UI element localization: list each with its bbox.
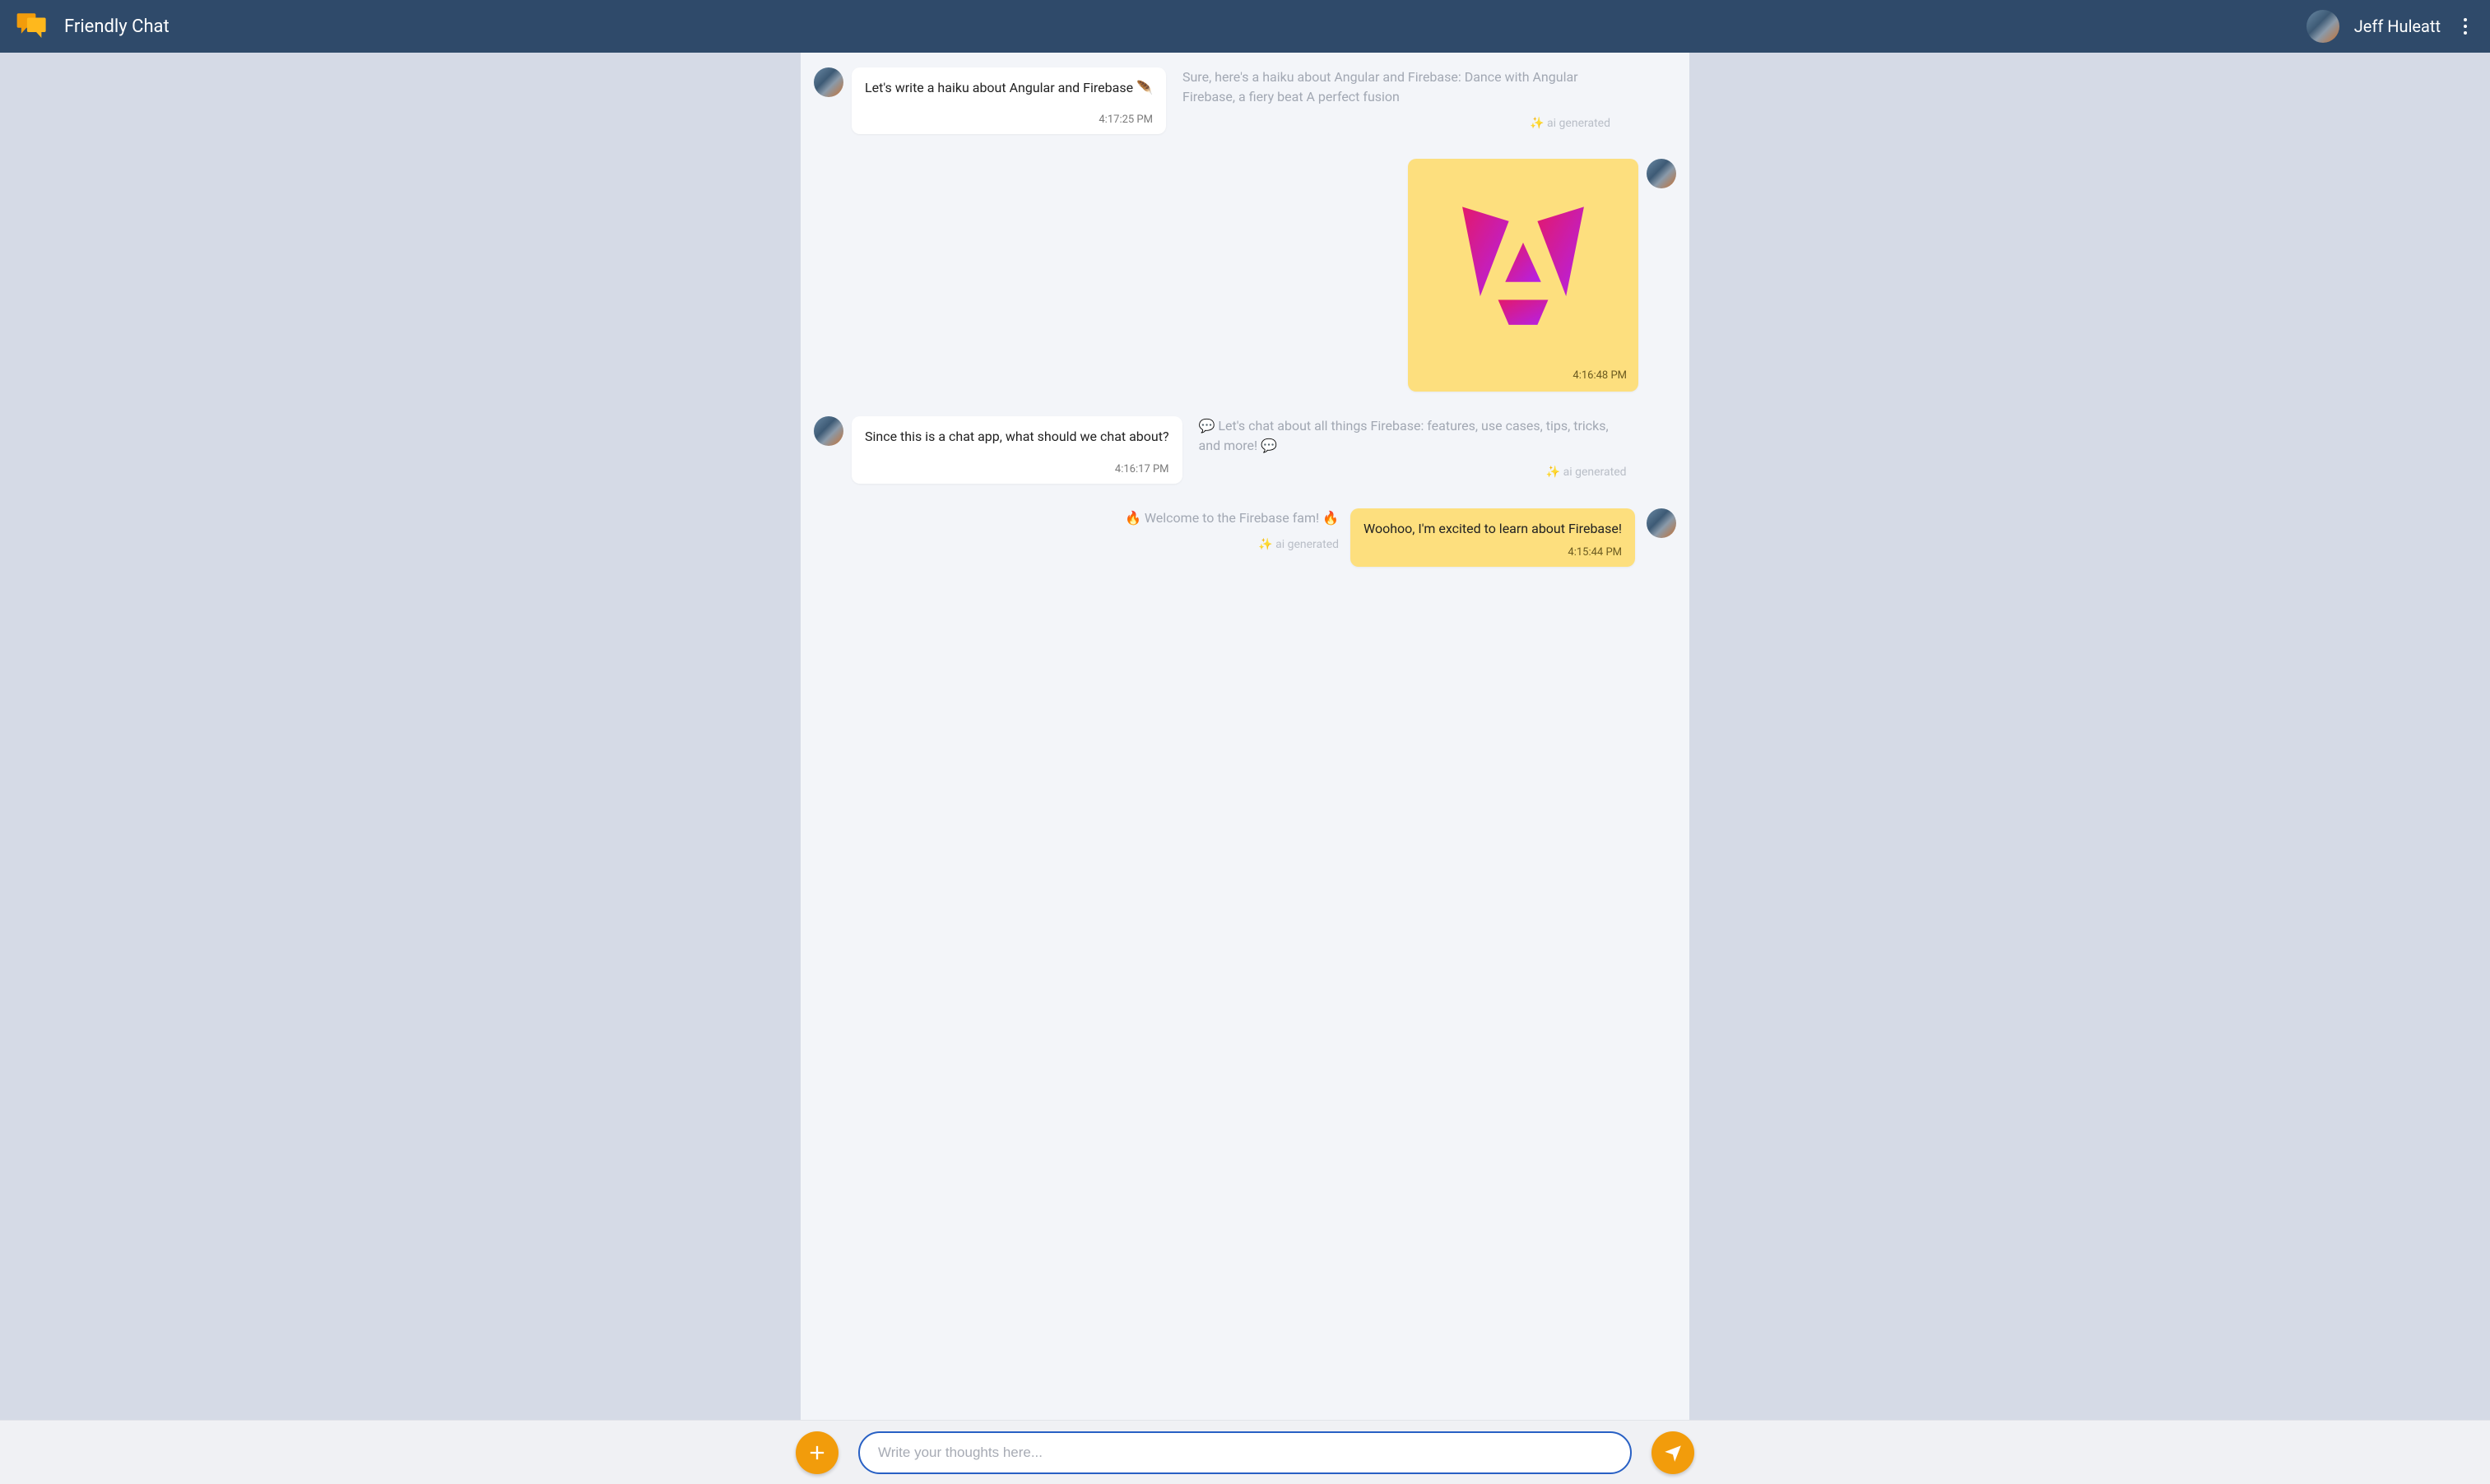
outgoing-image-bubble: 4:16:48 PM: [1408, 159, 1638, 392]
app-header: Friendly Chat Jeff Huleatt: [0, 0, 2490, 53]
message-group: 🔥 Welcome to the Firebase fam! 🔥 ✨ ai ge…: [814, 508, 1676, 567]
ai-reply-text: 🔥 Welcome to the Firebase fam! 🔥: [1125, 508, 1339, 528]
composer-input-wrap: [858, 1431, 1632, 1474]
message-group: 4:16:48 PM: [814, 159, 1676, 392]
message-group: Let's write a haiku about Angular and Fi…: [814, 67, 1676, 134]
user-avatar[interactable]: [2307, 10, 2339, 43]
message-timestamp: 4:16:48 PM: [1408, 369, 1638, 385]
ai-generated-reply: 💬 Let's chat about all things Firebase: …: [1199, 416, 1627, 481]
ai-generated-badge: ✨ ai generated: [1125, 536, 1339, 554]
ai-generated-reply: Sure, here's a haiku about Angular and F…: [1182, 67, 1610, 132]
message-text: Let's write a haiku about Angular and Fi…: [865, 79, 1153, 97]
ai-reply-text: Sure, here's a haiku about Angular and F…: [1182, 67, 1610, 107]
header-right: Jeff Huleatt: [2307, 10, 2475, 43]
message-group: Since this is a chat app, what should we…: [814, 416, 1676, 483]
app-logo-icon: [15, 9, 49, 44]
send-button[interactable]: [1651, 1431, 1694, 1474]
ai-generated-badge: ✨ ai generated: [1199, 464, 1627, 481]
username-label: Jeff Huleatt: [2354, 16, 2441, 36]
sender-avatar: [814, 67, 843, 97]
app-title: Friendly Chat: [64, 16, 170, 37]
angular-logo-icon: [1408, 159, 1638, 369]
sender-avatar: [1647, 508, 1676, 538]
more-menu-icon[interactable]: [2455, 16, 2475, 36]
ai-reply-text: 💬 Let's chat about all things Firebase: …: [1199, 416, 1627, 456]
message-text: Woohoo, I'm excited to learn about Fireb…: [1363, 520, 1622, 538]
message-text: Since this is a chat app, what should we…: [865, 428, 1169, 446]
sender-avatar: [814, 416, 843, 446]
main-area: Let's write a haiku about Angular and Fi…: [0, 53, 2490, 1420]
sender-avatar: [1647, 159, 1676, 188]
incoming-message-bubble: Let's write a haiku about Angular and Fi…: [852, 67, 1166, 134]
add-attachment-button[interactable]: [796, 1431, 839, 1474]
incoming-message-bubble: Since this is a chat app, what should we…: [852, 416, 1182, 483]
chat-panel[interactable]: Let's write a haiku about Angular and Fi…: [801, 53, 1689, 1420]
header-left: Friendly Chat: [15, 9, 170, 44]
message-timestamp: 4:15:44 PM: [1363, 546, 1622, 559]
composer-bar: [0, 1420, 2490, 1484]
ai-generated-reply: 🔥 Welcome to the Firebase fam! 🔥 ✨ ai ge…: [1125, 508, 1339, 554]
message-timestamp: 4:17:25 PM: [865, 114, 1153, 126]
ai-generated-badge: ✨ ai generated: [1182, 115, 1610, 132]
message-input[interactable]: [858, 1431, 1632, 1474]
message-timestamp: 4:16:17 PM: [865, 463, 1169, 475]
outgoing-message-bubble: Woohoo, I'm excited to learn about Fireb…: [1350, 508, 1635, 567]
